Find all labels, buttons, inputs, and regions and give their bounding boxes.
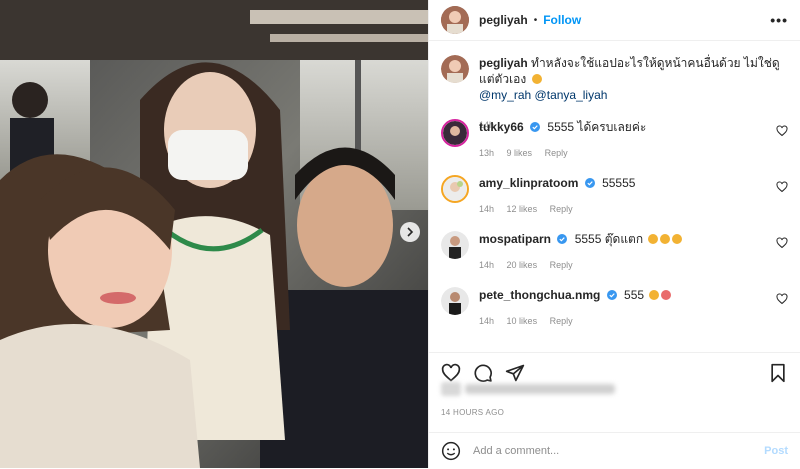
heart-icon[interactable] [776, 237, 788, 249]
laughing-emoji-icon [660, 234, 671, 244]
separator-dot: • [533, 14, 538, 26]
avatar[interactable] [441, 287, 469, 315]
mention-link[interactable]: @my_rah [479, 88, 531, 102]
comment-likes[interactable]: 12 likes [507, 204, 538, 214]
comment-meta: 13h 9 likes Reply [479, 145, 788, 161]
heart-icon[interactable] [776, 181, 788, 193]
comment-item: tukky66 5555 ได้ครบเลยค่ะ 13h 9 likes Re… [441, 119, 788, 161]
follow-button[interactable]: Follow [543, 13, 581, 27]
add-comment-bar: Post [429, 432, 800, 469]
avatar-image [441, 287, 469, 315]
comment-item: pete_thongchua.nmg 555 14h 10 likes Repl… [441, 287, 788, 329]
post-header: pegliyah • Follow ••• [429, 0, 800, 41]
sweat-smile-emoji-icon [531, 74, 542, 84]
post-comment-button[interactable]: Post [764, 445, 788, 457]
post-author-username[interactable]: pegliyah [479, 13, 528, 27]
heart-icon[interactable] [776, 125, 788, 137]
reply-button[interactable]: Reply [550, 204, 573, 214]
comment-item: amy_klinpratoom 55555 14h 12 likes Reply [441, 175, 788, 217]
liker-avatar-blurred [441, 382, 461, 396]
laughing-emoji-icon [648, 234, 659, 244]
liked-by-text-blurred [465, 384, 615, 394]
avatar[interactable] [441, 55, 469, 83]
chevron-right-icon [407, 227, 414, 237]
avatar[interactable] [441, 175, 469, 203]
comment-text: 555 [624, 288, 645, 302]
carousel-next-button[interactable] [400, 222, 420, 242]
verified-icon [530, 122, 541, 132]
comment-username[interactable]: mospatiparn [479, 232, 551, 246]
comment-username[interactable]: amy_klinpratoom [479, 176, 578, 190]
bookmark-icon[interactable] [768, 363, 788, 383]
comments-list[interactable]: pegliyah ทำหลังจะใช้แอปอะไรให้ดูหน้าคนอื… [429, 41, 800, 351]
reply-button[interactable]: Reply [550, 316, 573, 326]
post-photo[interactable] [0, 0, 428, 468]
post-timestamp[interactable]: 14 HOURS AGO [441, 408, 504, 417]
comment-body: mospatiparn 5555 ตุ๊ดแตก 14h 20 likes Re… [479, 231, 788, 273]
comment-meta: 14h 10 likes Reply [479, 313, 788, 329]
avatar-image [441, 55, 469, 83]
laughing-emoji-icon [672, 234, 683, 244]
comment-text: 5555 ได้ครบเลยค่ะ [547, 120, 647, 134]
comment-time: 14h [479, 204, 495, 214]
verified-icon [584, 178, 595, 188]
verified-icon [557, 234, 568, 244]
comment-body: amy_klinpratoom 55555 14h 12 likes Reply [479, 175, 788, 217]
comment-time: 14h [479, 316, 495, 326]
avatar[interactable] [441, 231, 469, 259]
comment-text: 55555 [602, 176, 636, 190]
avatar-image [443, 121, 467, 145]
avatar[interactable] [441, 119, 469, 147]
post-side-panel: pegliyah • Follow ••• pegliyah ทำหลังจะใ… [428, 0, 800, 468]
verified-icon [606, 290, 617, 300]
pouting-emoji-icon [661, 290, 672, 300]
comment-likes[interactable]: 20 likes [507, 260, 538, 270]
comment-item: mospatiparn 5555 ตุ๊ดแตก 14h 20 likes Re… [441, 231, 788, 273]
comment-username[interactable]: pete_thongchua.nmg [479, 288, 600, 302]
avatar-image [441, 231, 469, 259]
avatar[interactable] [441, 6, 469, 34]
reply-button[interactable]: Reply [550, 260, 573, 270]
comment-body: pete_thongchua.nmg 555 14h 10 likes Repl… [479, 287, 788, 329]
comment-input[interactable] [471, 444, 765, 458]
comment-username[interactable]: tukky66 [479, 120, 524, 134]
mention-link[interactable]: @tanya_liyah [535, 88, 608, 102]
comment-likes[interactable]: 9 likes [507, 148, 533, 158]
comment-meta: 14h 20 likes Reply [479, 257, 788, 273]
avatar-image [443, 177, 467, 201]
rofl-emoji-icon [649, 290, 660, 300]
caption-username[interactable]: pegliyah [479, 56, 528, 70]
emoji-icon[interactable] [441, 441, 461, 461]
comment-time: 14h [479, 260, 495, 270]
comment-time: 13h [479, 148, 495, 158]
comment-text: 5555 ตุ๊ดแตก [574, 232, 644, 246]
post-photo-image [0, 0, 428, 468]
likes-summary-blurred[interactable] [441, 378, 641, 400]
reply-button[interactable]: Reply [545, 148, 568, 158]
heart-icon[interactable] [776, 293, 788, 305]
comment-meta: 14h 12 likes Reply [479, 201, 788, 217]
comment-likes[interactable]: 10 likes [507, 316, 538, 326]
avatar-image [441, 6, 469, 34]
comment-body: tukky66 5555 ได้ครบเลยค่ะ 13h 9 likes Re… [479, 119, 788, 161]
more-options-icon[interactable]: ••• [770, 12, 788, 28]
